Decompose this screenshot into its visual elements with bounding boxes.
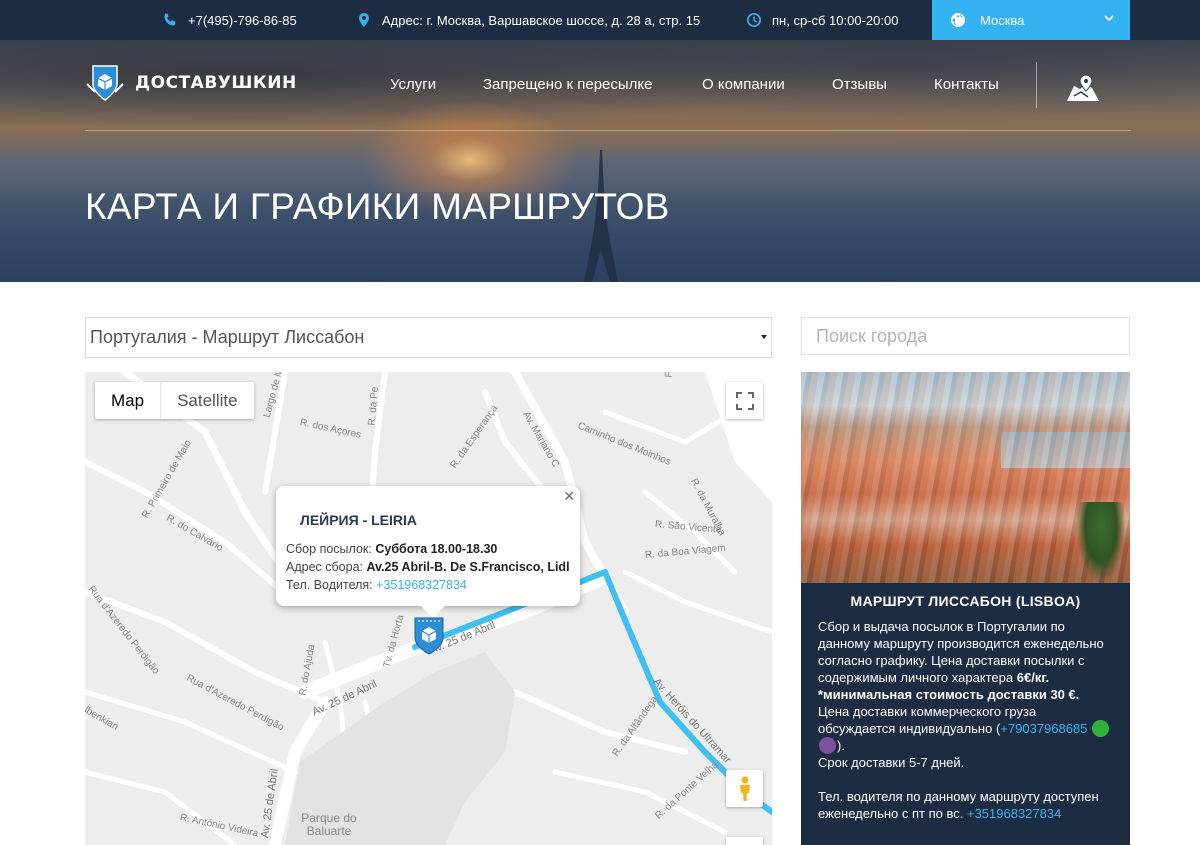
hero-banner: ДОСТАВУШКИН Услуги Запрещено к пересылке… — [0, 40, 1200, 282]
map-type-map-button[interactable]: Map — [95, 382, 160, 419]
fullscreen-button[interactable] — [726, 382, 763, 419]
route-info-min-cost: *минимальная стоимость доставки 30 €. — [818, 687, 1080, 702]
route-select[interactable]: Португалия - Маршрут Лиссабон — [85, 317, 772, 358]
driver-phone-sidebar-link[interactable]: +351968327834 — [967, 806, 1061, 821]
map-type-control: Map Satellite — [95, 382, 254, 419]
nav-item-prohibited[interactable]: Запрещено к пересылке — [483, 76, 653, 93]
zoom-control[interactable] — [726, 837, 763, 845]
pegman-icon — [739, 776, 750, 801]
driver-phone-label: Тел. Водителя: — [286, 578, 373, 592]
fullscreen-icon — [735, 391, 754, 410]
manager-phone-link[interactable]: +79037968685 — [1000, 721, 1087, 736]
whatsapp-icon[interactable] — [1092, 720, 1110, 737]
address-text: Адрес: г. Москва, Варшавское шоссе, д. 2… — [382, 12, 701, 28]
hours-info: пн, ср-сб 10:00-20:00 — [746, 0, 898, 40]
route-info-delivery-time: Срок доставки 5-7 дней. — [818, 755, 965, 770]
close-icon[interactable]: ✕ — [563, 488, 575, 505]
location-pin-icon — [359, 13, 369, 27]
route-map[interactable]: R. Primeiro de Maio R. do Calvário Rua d… — [85, 372, 772, 845]
pickup-address-value: Av.25 Abril-B. De S.Francisco, Lidl — [366, 560, 570, 574]
city-search-input[interactable] — [801, 317, 1130, 355]
route-info-paragraph-1: Сбор и выдача посылок в Португалии по да… — [818, 619, 1104, 685]
map-type-satellite-button[interactable]: Satellite — [160, 382, 253, 419]
nav-item-services[interactable]: Услуги — [390, 76, 436, 93]
route-select-value: Португалия - Маршрут Лиссабон — [90, 327, 365, 347]
route-info-title: МАРШРУТ ЛИССАБОН (LISBOA) — [850, 593, 1081, 609]
street-label: Fo — [664, 372, 676, 378]
map-info-window: ✕ ЛЕЙРИЯ - LEIRIA Сбор посылок: Суббота … — [276, 486, 580, 618]
page-title: КАРТА И ГРАФИКИ МАРШРУТОВ — [85, 186, 670, 227]
main-nav: Услуги Запрещено к пересылке О компании … — [0, 76, 1200, 96]
nav-item-about[interactable]: О компании — [702, 76, 785, 93]
phone-icon — [164, 13, 176, 26]
park-label: Parque do Baluarte — [301, 811, 357, 838]
photo-palm-tree — [1076, 502, 1126, 583]
caret-down-icon — [761, 335, 767, 339]
viber-icon[interactable] — [819, 737, 836, 754]
map-route-icon[interactable] — [1066, 74, 1100, 102]
route-marker-icon[interactable] — [412, 616, 446, 656]
hours-text: пн, ср-сб 10:00-20:00 — [772, 12, 899, 28]
lisbon-photo — [801, 372, 1130, 583]
phone-info[interactable]: +7(495)-796-86-85 — [162, 0, 297, 40]
globe-icon — [951, 13, 965, 27]
city-select-value: Москва — [980, 12, 1025, 28]
info-window-title: ЛЕЙРИЯ - LEIRIA — [300, 512, 418, 528]
route-info-box: МАРШРУТ ЛИССАБОН (LISBOA) Сбор и выдача … — [801, 583, 1130, 845]
top-bar: +7(495)-796-86-85 Адрес: г. Москва, Варш… — [0, 0, 1200, 40]
clock-icon — [747, 13, 761, 27]
address-info: Адрес: г. Москва, Варшавское шоссе, д. 2… — [356, 0, 700, 40]
route-info-text: Сбор и выдача посылок в Португалии по да… — [818, 618, 1113, 686]
route-info-price: 6€/кг. — [1016, 670, 1050, 685]
nav-divider — [1036, 62, 1037, 108]
hero-divider — [85, 130, 1131, 131]
pickup-time-row: Сбор посылок: Суббота 18.00-18.30 — [286, 540, 570, 558]
pickup-time-label: Сбор посылок: — [286, 542, 372, 556]
pickup-time-value: Суббота 18.00-18.30 — [375, 542, 498, 556]
driver-phone-row: Тел. Водителя: +351968327834 — [286, 576, 570, 594]
street-view-button[interactable] — [726, 770, 763, 807]
phone-number: +7(495)-796-86-85 — [188, 12, 297, 28]
route-info-commercial-end: ). — [837, 738, 845, 753]
driver-phone-link[interactable]: +351968327834 — [376, 578, 467, 592]
pickup-address-label: Адрес сбора: — [286, 560, 363, 574]
city-select[interactable]: Москва — [932, 0, 1130, 40]
pickup-address-row: Адрес сбора: Av.25 Abril-B. De S.Francis… — [286, 558, 570, 576]
nav-item-reviews[interactable]: Отзывы — [832, 76, 887, 93]
chevron-down-icon — [1104, 15, 1114, 22]
nav-item-contacts[interactable]: Контакты — [934, 76, 999, 93]
